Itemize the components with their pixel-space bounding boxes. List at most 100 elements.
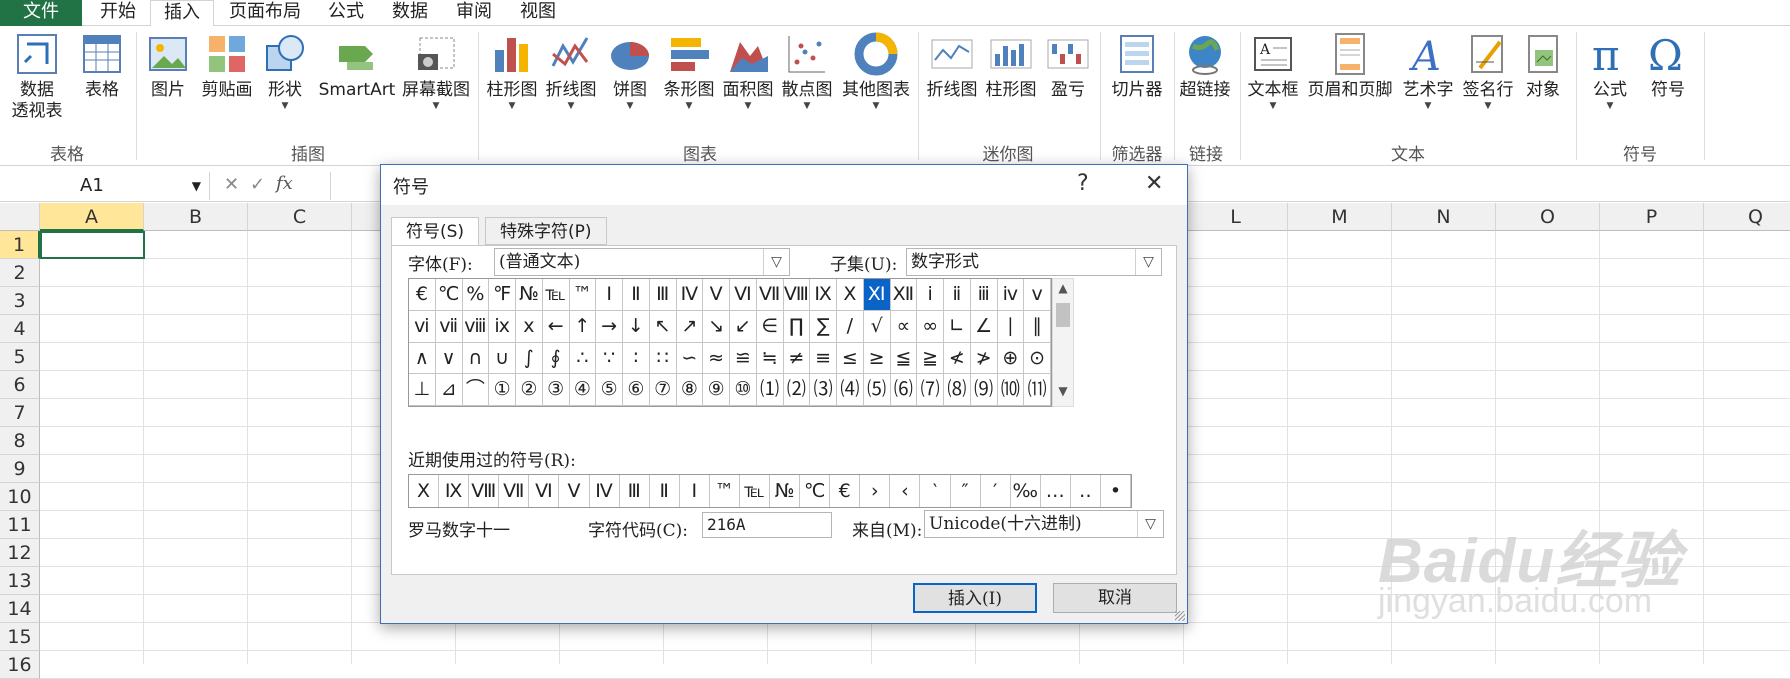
symbol-cell[interactable]: ∣ [997, 310, 1025, 343]
recent-symbol-cell[interactable]: … [1041, 475, 1071, 507]
symbol-cell[interactable]: № [516, 279, 543, 311]
recent-symbol-cell[interactable]: ™ [710, 475, 740, 507]
symbol-cell[interactable]: ⑽ [997, 374, 1025, 406]
symbol-cell[interactable]: ∮ [542, 342, 570, 375]
symbol-cell[interactable]: ∑ [810, 310, 837, 343]
symbol-cell[interactable]: ⑼ [970, 374, 998, 406]
row-header-3[interactable]: 3 [0, 287, 40, 315]
symbol-cell[interactable]: Ⅻ [890, 279, 918, 311]
row-header-6[interactable]: 6 [0, 371, 40, 399]
symbol-cell[interactable]: Ⅴ [703, 279, 730, 311]
symbol-cell[interactable]: ⊿ [435, 374, 463, 406]
recent-symbol-cell[interactable]: Ⅷ [469, 475, 500, 507]
recent-symbol-cell[interactable]: Ⅸ [439, 475, 470, 507]
column-header-c[interactable]: C [248, 203, 352, 231]
tab-insert[interactable]: 插入 [150, 0, 214, 27]
column-header-b[interactable]: B [144, 203, 248, 231]
row-header-1[interactable]: 1 [0, 231, 40, 259]
symbol-cell[interactable]: ⑤ [596, 374, 623, 406]
symbol-cell[interactable]: ≌ [730, 342, 757, 375]
symbol-cell[interactable]: ⅰ [917, 279, 944, 311]
pie-chart-button[interactable]: 饼图 ▼ [604, 32, 656, 111]
recent-symbol-cell[interactable]: ‹ [890, 475, 921, 507]
symbol-cell[interactable]: ≤ [837, 342, 864, 375]
symbol-cell[interactable]: ↑ [569, 310, 597, 343]
symbol-cell[interactable]: € [409, 279, 436, 311]
symbol-cell[interactable]: ⑹ [890, 374, 918, 406]
column-header-n[interactable]: N [1392, 203, 1496, 231]
symbol-cell[interactable]: ∠ [970, 310, 998, 343]
column-header-q[interactable]: Q [1704, 203, 1790, 231]
recent-symbol-cell[interactable]: ″ [951, 475, 981, 507]
scatter-chart-button[interactable]: 散点图 ▼ [778, 32, 836, 111]
clipart-button[interactable]: 剪贴画 [198, 32, 256, 101]
insert-button[interactable]: 插入(I) [913, 583, 1037, 613]
symbol-cell[interactable]: ⑥ [623, 374, 650, 406]
recent-symbol-cell[interactable]: Ⅰ [680, 475, 710, 507]
symbol-cell[interactable]: ℃ [435, 279, 463, 311]
row-header-13[interactable]: 13 [0, 567, 40, 595]
symbol-cell[interactable]: ∧ [409, 342, 436, 375]
symbol-cell[interactable]: ⑧ [676, 374, 704, 406]
pivot-table-button[interactable]: 数据 透视表 [4, 32, 70, 122]
column-header-a[interactable]: A [40, 203, 144, 231]
row-header-7[interactable]: 7 [0, 399, 40, 427]
symbol-cell[interactable]: Ⅰ [596, 279, 623, 311]
recent-symbol-cell[interactable]: • [1101, 475, 1131, 507]
symbol-cell[interactable]: ⑨ [703, 374, 730, 406]
symbol-cell[interactable]: ⑶ [810, 374, 837, 406]
symbol-cell[interactable]: ⅶ [435, 310, 463, 343]
tab-view[interactable]: 视图 [510, 0, 566, 26]
symbol-cell[interactable]: ← [542, 310, 570, 343]
scroll-down-icon[interactable]: ▼ [1053, 384, 1073, 404]
resize-grip[interactable] [1175, 611, 1185, 621]
row-header-8[interactable]: 8 [0, 427, 40, 455]
select-all-corner[interactable] [0, 203, 40, 231]
row-header-12[interactable]: 12 [0, 539, 40, 567]
recent-symbol-cell[interactable]: ℃ [800, 475, 831, 507]
column-chart-button[interactable]: 柱形图 ▼ [484, 32, 540, 111]
header-footer-button[interactable]: 页眉和页脚 [1302, 32, 1398, 101]
symbol-cell[interactable]: ∕ [837, 310, 864, 343]
symbol-cell[interactable]: Ⅵ [730, 279, 757, 311]
cancel-edit-icon[interactable]: ✕ [224, 174, 239, 195]
symbol-cell[interactable]: ≡ [810, 342, 837, 375]
picture-button[interactable]: 图片 [140, 32, 196, 101]
slicer-button[interactable]: 切片器 [1104, 32, 1170, 101]
symbol-cell[interactable]: Ⅶ [756, 279, 784, 311]
subset-select[interactable]: 数字形式 ▽ [906, 248, 1162, 276]
recent-symbol-cell[interactable]: Ⅱ [650, 475, 680, 507]
tab-home[interactable]: 开始 [88, 0, 148, 26]
symbol-cell-selected[interactable]: Ⅺ [863, 279, 891, 311]
symbol-cell[interactable]: ↖ [649, 310, 677, 343]
symbol-cell[interactable]: ⊙ [1024, 342, 1051, 375]
recent-symbol-cell[interactable]: Ⅲ [620, 475, 650, 507]
symbol-cell[interactable]: ∫ [516, 342, 543, 375]
symbol-cell[interactable]: ⅱ [944, 279, 971, 311]
symbol-cell[interactable]: % [462, 279, 490, 311]
symbol-cell[interactable]: ⑸ [863, 374, 891, 406]
recent-symbol-cell[interactable]: ‰ [1011, 475, 1041, 507]
wordart-button[interactable]: A 艺术字 ▼ [1398, 32, 1458, 111]
help-icon[interactable]: ? [1077, 171, 1089, 196]
recent-symbol-cell[interactable]: Ⅳ [590, 475, 620, 507]
symbol-cell[interactable]: ⑺ [917, 374, 944, 406]
from-select[interactable]: Unicode(十六进制) ▽ [924, 510, 1164, 538]
recent-symbol-cell[interactable]: ‵ [920, 475, 951, 507]
bar-chart-button[interactable]: 条形图 ▼ [660, 32, 718, 111]
recent-symbol-cell[interactable]: › [860, 475, 891, 507]
hyperlink-button[interactable]: 超链接 [1176, 32, 1234, 101]
symbol-cell[interactable]: ⑵ [783, 374, 811, 406]
chevron-down-icon[interactable]: ▽ [763, 249, 789, 275]
symbol-cell[interactable]: ≥ [863, 342, 891, 375]
symbol-cell[interactable]: ∟ [944, 310, 971, 343]
symbol-cell[interactable]: ≧ [917, 342, 944, 375]
symbol-cell[interactable]: Ⅲ [649, 279, 677, 311]
symbol-cell[interactable]: ∷ [649, 342, 677, 375]
recent-symbol-cell[interactable]: Ⅹ [409, 475, 440, 507]
row-header-16[interactable]: 16 [0, 651, 40, 679]
column-header-l[interactable]: L [1184, 203, 1288, 231]
symbol-cell[interactable]: ∽ [676, 342, 704, 375]
name-box[interactable]: A1 ▼ [0, 172, 210, 200]
tab-special-characters[interactable]: 特殊字符(P) [485, 217, 607, 245]
